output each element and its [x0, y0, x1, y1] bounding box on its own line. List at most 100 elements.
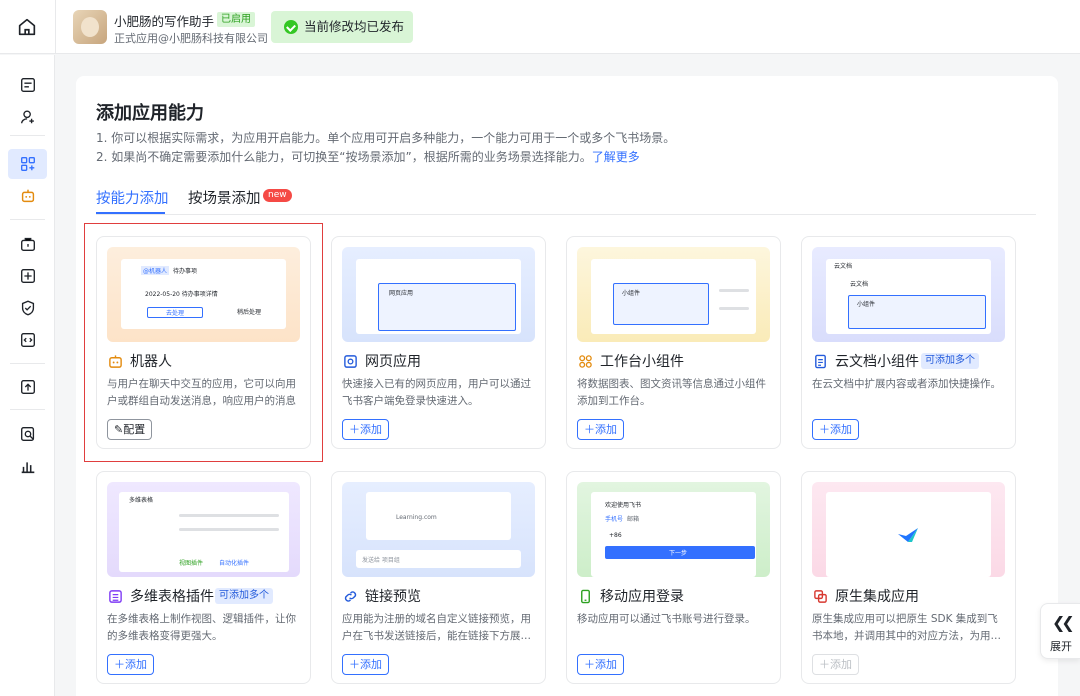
base-plugin-preview-btn2: 自动化插件	[219, 560, 250, 567]
tab-divider	[96, 214, 1036, 215]
doc-widget-preview-title: 云文档	[850, 281, 869, 288]
card-title: 链接预览	[365, 589, 421, 605]
add-button[interactable]: ＋添加	[107, 654, 154, 675]
sidebar-member-icon[interactable]	[8, 102, 47, 132]
widget-preview-line	[719, 289, 749, 292]
mobile-login-preview-tab2: 邮箱	[627, 516, 640, 523]
check-circle-icon	[284, 20, 298, 34]
capability-card-web-app[interactable]: 网页应用 网页应用 快速接入已有的网页应用，用户可以通过飞书客户端免登录快速进入…	[331, 236, 546, 449]
capability-card-link-preview[interactable]: Learning.com 发送给 项目组 链接预览 应用能为注册的域名自定义链接…	[331, 471, 546, 684]
link-preview-preview-input: 发送给 项目组	[356, 550, 521, 568]
base-plugin-preview-window: 多维表格 视图插件 自动化插件	[119, 492, 289, 572]
sidebar-events-icon[interactable]	[8, 261, 47, 291]
page-title: 添加应用能力	[96, 103, 204, 124]
mobile-login-preview-button-label: 下一步	[669, 550, 688, 557]
add-button[interactable]: ＋添加	[577, 654, 624, 675]
tab-by-scene[interactable]: 按场景添加	[188, 187, 261, 208]
card-desc: 原生集成应用可以把原生 SDK 集成到飞书本地，并调用其中的对应方法，为用户提供…	[812, 613, 1001, 642]
sidebar-audit-icon[interactable]	[8, 419, 47, 449]
widget-preview-line	[719, 307, 749, 310]
doc-widget-preview-header: 云文档	[834, 263, 853, 270]
capability-card-native-app[interactable]: 原生集成应用 原生集成应用可以把原生 SDK 集成到飞书本地，并调用其中的对应方…	[801, 471, 1016, 684]
card-title: 工作台小组件	[600, 354, 684, 370]
expand-label: 展开	[1050, 640, 1072, 653]
base-plugin-preview-btn1: 视图插件	[179, 560, 204, 567]
sidebar-capability-icon[interactable]	[8, 149, 47, 179]
widget-preview-label: 小组件	[622, 290, 641, 297]
app-subtitle: 正式应用@小肥肠科技有限公司	[114, 32, 268, 45]
card-title: 原生集成应用	[835, 589, 919, 605]
divider	[10, 409, 45, 410]
widget-preview: 小组件	[577, 247, 770, 342]
capability-card-base-plugin[interactable]: 多维表格 视图插件 自动化插件 多维表格插件 可添加多个 在多维表格上制作视图、…	[96, 471, 311, 684]
lark-logo-icon	[898, 528, 918, 542]
expand-panel-button[interactable]: ❮❮ 展开	[1040, 603, 1080, 659]
add-button[interactable]: ＋添加	[342, 654, 389, 675]
sidebar	[0, 55, 55, 696]
add-button-label: 添加	[595, 423, 617, 436]
new-badge: new	[263, 189, 292, 202]
card-desc: 在云文档中扩展内容或者添加快捷操作。	[812, 378, 1001, 390]
capability-card-mobile-login[interactable]: 欢迎使用飞书 手机号 邮箱 +86 下一步 移动应用登录 移动应用可以通过飞书账…	[566, 471, 781, 684]
top-bar: 小肥肠的写作助手 已启用 正式应用@小肥肠科技有限公司 当前修改均已发布	[0, 0, 1080, 54]
add-button-label: 添加	[595, 658, 617, 671]
divider	[10, 135, 45, 136]
mobile-login-preview-title: 欢迎使用飞书	[605, 502, 642, 509]
status-badge: 已启用	[217, 12, 255, 27]
sidebar-analytics-icon[interactable]	[8, 451, 47, 481]
card-desc: 将数据图表、图文资讯等信息通过小组件添加到工作台。	[577, 378, 766, 407]
add-button-label: 添加	[360, 658, 382, 671]
link-preview-preview-msg: Learning.com	[396, 514, 437, 521]
web-app-preview-window: 网页应用	[356, 259, 521, 334]
card-desc: 快速接入已有的网页应用，用户可以通过飞书客户端免登录快速进入。	[342, 378, 531, 407]
capability-card-doc-widget[interactable]: 云文档 云文档 小组件 云文档小组件 可添加多个 在云文档中扩展内容或者添加快捷…	[801, 236, 1016, 449]
base-icon	[107, 588, 123, 604]
app-name: 小肥肠的写作助手	[114, 14, 215, 29]
home-icon[interactable]	[16, 16, 38, 38]
publish-status-text: 当前修改均已发布	[304, 19, 405, 34]
sidebar-dev-config-icon[interactable]	[8, 229, 47, 259]
sidebar-bot-icon[interactable]	[8, 181, 47, 211]
link-preview-preview: Learning.com 发送给 项目组	[342, 482, 535, 577]
sidebar-security-icon[interactable]	[8, 293, 47, 323]
multi-badge: 可添加多个	[921, 353, 979, 369]
card-title: 云文档小组件	[835, 354, 919, 370]
card-desc: 移动应用可以通过飞书账号进行登录。	[577, 613, 756, 625]
add-button-label: 添加	[830, 423, 852, 436]
native-app-preview-window	[826, 492, 991, 577]
page-desc-2-text: 2. 如果尚不确定需要添加什么能力，可切换至“按场景添加”，根据所需的业务场景选…	[96, 150, 592, 164]
sidebar-release-icon[interactable]	[8, 372, 47, 402]
add-button[interactable]: ＋添加	[812, 419, 859, 440]
web-app-preview-box: 网页应用	[378, 283, 516, 331]
divider	[10, 219, 45, 220]
sidebar-overview-icon[interactable]	[8, 70, 47, 100]
add-button-label: 添加	[125, 658, 147, 671]
native-icon	[812, 588, 828, 604]
learn-more-link[interactable]: 了解更多	[592, 150, 640, 164]
base-plugin-preview-line	[179, 514, 279, 517]
base-plugin-preview-line	[179, 528, 279, 531]
widget-preview-box: 小组件	[613, 283, 709, 325]
tab-by-capability[interactable]: 按能力添加	[96, 187, 169, 208]
doc-widget-preview: 云文档 云文档 小组件	[812, 247, 1005, 342]
double-chevron-left-icon: ❮❮	[1052, 613, 1075, 632]
card-title: 移动应用登录	[600, 589, 684, 605]
link-preview-preview-input-text: 发送给 项目组	[362, 557, 400, 564]
add-button[interactable]: ＋添加	[577, 419, 624, 440]
selection-highlight	[84, 223, 323, 462]
add-button-label: 添加	[360, 423, 382, 436]
doc-widget-preview-window: 云文档 云文档 小组件	[826, 259, 991, 334]
capability-card-widget[interactable]: 小组件 工作台小组件 将数据图表、图文资讯等信息通过小组件添加到工作台。 ＋添加	[566, 236, 781, 449]
card-desc: 在多维表格上制作视图、逻辑插件，让你的多维表格变得更强大。	[107, 613, 296, 642]
widget-icon	[577, 353, 593, 369]
native-app-preview	[812, 482, 1005, 577]
multi-badge: 可添加多个	[215, 588, 273, 604]
mobile-icon	[577, 588, 593, 604]
add-button[interactable]: ＋添加	[342, 419, 389, 440]
add-button-disabled: ＋添加	[812, 654, 859, 675]
card-title: 网页应用	[365, 354, 421, 370]
sidebar-code-icon[interactable]	[8, 325, 47, 355]
link-icon	[342, 588, 358, 604]
mobile-login-preview-window: 欢迎使用飞书 手机号 邮箱 +86 下一步	[591, 492, 756, 577]
doc-icon	[812, 353, 828, 369]
